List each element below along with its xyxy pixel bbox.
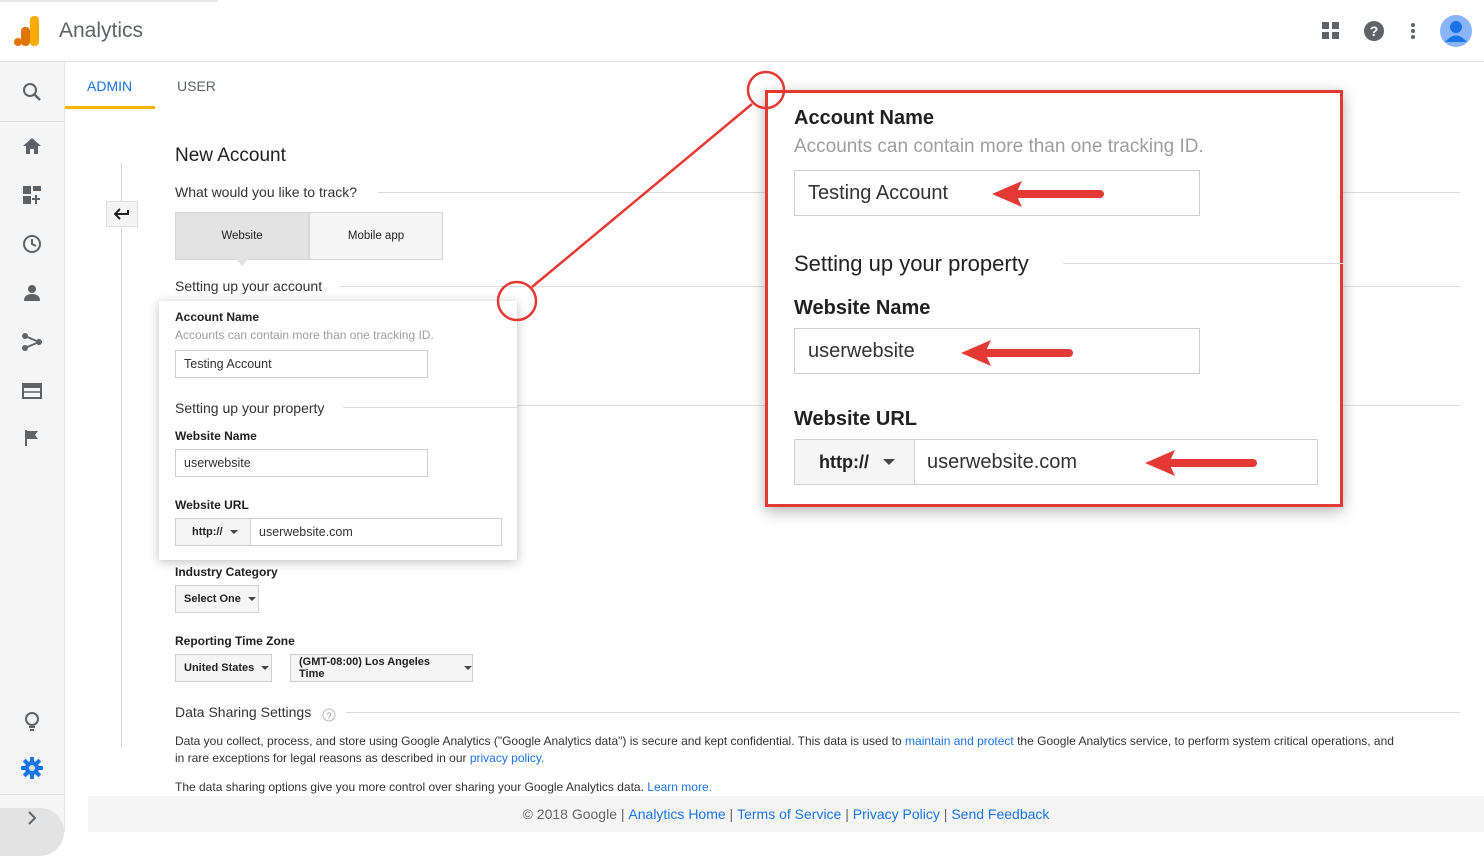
zoom-website-name-label: Website Name [794, 297, 931, 319]
footer: © 2018 Google | Analytics Home | Terms o… [88, 796, 1484, 832]
chevron-down-icon [247, 597, 256, 601]
learn-more-link[interactable]: Learn more. [647, 780, 712, 794]
website-name-label: Website Name [175, 429, 257, 443]
red-arrow-icon [992, 181, 1104, 207]
website-url-label: Website URL [175, 498, 249, 512]
rail-divider [0, 121, 64, 122]
divider [343, 407, 517, 408]
zoom-callout: Account Name Accounts can contain more t… [765, 90, 1343, 507]
red-arrow-icon [961, 340, 1073, 366]
expand-chevron-icon[interactable] [0, 796, 64, 840]
zoom-account-name-label: Account Name [794, 107, 935, 129]
website-name-input[interactable]: userwebsite [175, 449, 428, 477]
data-sharing-text: in rare exceptions for legal reasons as … [175, 751, 470, 765]
footer-link-analytics-home[interactable]: Analytics Home [628, 806, 725, 822]
data-sharing-paragraph-1: Data you collect, process, and store usi… [175, 733, 1394, 767]
property-section-title: Setting up your property [175, 400, 325, 416]
chevron-down-icon [464, 666, 472, 670]
timezone-select[interactable]: (GMT-08:00) Los Angeles Time [290, 654, 473, 682]
conversions-flag-icon[interactable] [0, 416, 64, 460]
selected-pointer [236, 259, 248, 266]
apps-grid-icon[interactable] [1318, 18, 1344, 44]
top-app-bar: Analytics ? [0, 0, 1484, 62]
zoom-protocol-value: http:// [819, 451, 869, 472]
footer-link-feedback[interactable]: Send Feedback [951, 806, 1049, 822]
account-section-title: Setting up your account [175, 278, 323, 294]
customization-icon[interactable] [0, 173, 64, 217]
home-icon[interactable] [0, 124, 64, 168]
help-circle-icon[interactable]: ? [322, 708, 336, 722]
industry-value: Select One [184, 593, 241, 605]
chevron-down-icon [882, 459, 895, 465]
website-url-input[interactable]: userwebsite.com [250, 518, 502, 546]
country-value: United States [184, 662, 255, 674]
svg-text:?: ? [1370, 23, 1379, 39]
red-arrow-icon [1145, 450, 1257, 476]
maintain-protect-link[interactable]: maintain and protect [905, 734, 1014, 748]
privacy-policy-link[interactable]: privacy policy. [470, 751, 544, 765]
tab-user[interactable]: USER [177, 78, 216, 94]
tab-admin[interactable]: ADMIN [87, 78, 132, 94]
divider [1063, 263, 1343, 264]
more-vert-icon[interactable] [1400, 18, 1426, 44]
rail-divider-bottom [0, 794, 64, 795]
industry-label: Industry Category [175, 565, 278, 579]
zoom-website-url-label: Website URL [794, 408, 917, 430]
data-sharing-paragraph-2: The data sharing options give you more c… [175, 779, 712, 796]
help-icon[interactable]: ? [1361, 18, 1387, 44]
search-icon[interactable] [0, 70, 64, 114]
account-name-help: Accounts can contain more than one track… [175, 328, 434, 342]
timezone-value: (GMT-08:00) Los Angeles Time [299, 656, 431, 680]
track-question: What would you like to track? [175, 184, 358, 200]
audience-person-icon[interactable] [0, 271, 64, 315]
left-nav-rail [0, 62, 65, 856]
protocol-select[interactable]: http:// [175, 518, 251, 546]
top-line [0, 0, 218, 2]
analytics-logo-icon [14, 16, 39, 46]
protocol-value: http:// [192, 526, 223, 538]
data-sharing-title: Data Sharing Settings [175, 704, 312, 720]
copyright: © 2018 Google [522, 806, 617, 822]
account-name-label: Account Name [175, 310, 260, 324]
option-mobile-app[interactable]: Mobile app [309, 212, 443, 260]
back-button[interactable] [106, 201, 138, 227]
page-title: New Account [175, 145, 286, 166]
zoom-account-name-help: Accounts can contain more than one track… [794, 136, 1204, 157]
account-setup-card: Account Name Accounts can contain more t… [159, 301, 517, 560]
industry-select[interactable]: Select One [175, 585, 259, 613]
account-avatar-icon[interactable] [1440, 15, 1472, 47]
divider [346, 712, 1460, 713]
footer-link-terms[interactable]: Terms of Service [737, 806, 841, 822]
data-sharing-text: the Google Analytics service, to perform… [1013, 734, 1394, 748]
tab-admin-underline [65, 106, 155, 109]
chevron-down-icon [261, 666, 270, 670]
acquisition-icon[interactable] [0, 320, 64, 364]
admin-gear-icon[interactable] [0, 746, 64, 790]
footer-link-privacy[interactable]: Privacy Policy [853, 806, 940, 822]
country-select[interactable]: United States [175, 654, 272, 682]
behavior-icon[interactable] [0, 369, 64, 413]
discover-lightbulb-icon[interactable] [0, 700, 64, 744]
column-divider [121, 163, 122, 748]
app-title: Analytics [59, 19, 144, 42]
account-name-input[interactable]: Testing Account [175, 350, 428, 378]
back-arrow-icon [114, 208, 129, 220]
data-sharing-text: The data sharing options give you more c… [175, 780, 648, 794]
chevron-down-icon [229, 530, 238, 534]
timezone-label: Reporting Time Zone [175, 634, 295, 648]
data-sharing-text: Data you collect, process, and store usi… [175, 734, 906, 748]
zoom-property-section-title: Setting up your property [794, 251, 1029, 276]
realtime-clock-icon[interactable] [0, 222, 64, 266]
option-website[interactable]: Website [175, 212, 309, 260]
svg-text:?: ? [326, 711, 331, 721]
zoom-protocol-select[interactable]: http:// [794, 439, 917, 485]
